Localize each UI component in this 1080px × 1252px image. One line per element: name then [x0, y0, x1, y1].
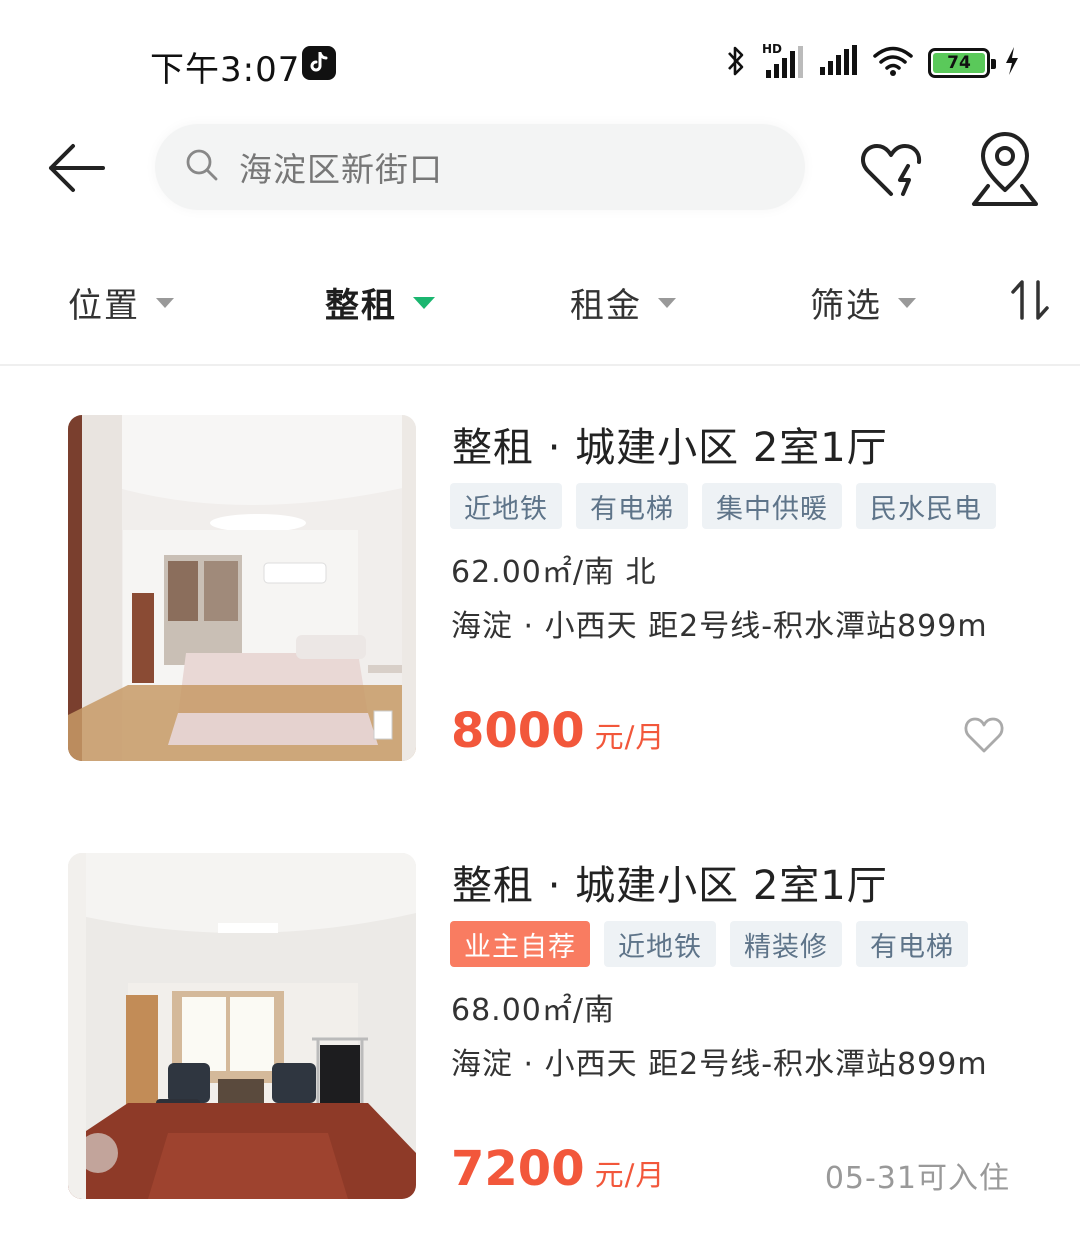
filter-bar: 位置 整租 租金 筛选: [0, 260, 1080, 340]
tag: 精装修: [730, 921, 842, 967]
listing-title: 整租 · 城建小区 2室1厅: [452, 425, 888, 471]
filter-more[interactable]: 筛选: [810, 278, 916, 327]
filter-rent-price[interactable]: 租金: [570, 278, 676, 327]
caret-down-icon: [898, 297, 916, 308]
top-header: 海淀区新街口: [0, 118, 1080, 218]
price-value: 7200: [451, 1141, 585, 1197]
map-location-button[interactable]: [968, 130, 1042, 210]
status-bar: 下午3:07 HD 74: [0, 0, 1080, 120]
tag: 近地铁: [450, 483, 562, 529]
listing-title: 整租 · 城建小区 2室1厅: [452, 863, 888, 909]
listing-card[interactable]: 整租 · 城建小区 2室1厅 近地铁 有电梯 集中供暖 民水民电 62.00㎡/…: [0, 415, 1080, 765]
battery-icon: 74: [928, 48, 996, 78]
filter-label: 筛选: [810, 286, 882, 326]
tag: 集中供暖: [702, 483, 842, 529]
filter-rent-type[interactable]: 整租: [325, 278, 435, 327]
filter-label: 租金: [570, 286, 642, 326]
map-pin-icon: [972, 132, 1038, 206]
listing-tags: 近地铁 有电梯 集中供暖 民水民电: [450, 483, 996, 529]
price-unit: 元/月: [594, 720, 666, 754]
price-value: 8000: [451, 703, 585, 759]
search-input[interactable]: 海淀区新街口: [155, 124, 805, 210]
search-value: 海淀区新街口: [239, 150, 443, 189]
sort-button[interactable]: [1008, 278, 1052, 322]
tag: 有电梯: [856, 921, 968, 967]
listing-tags: 业主自荐 近地铁 精装修 有电梯: [450, 921, 968, 967]
listing-price: 8000 元/月: [451, 703, 665, 759]
search-icon: [185, 148, 219, 186]
status-time: 下午3:07: [150, 50, 301, 90]
tag: 民水民电: [856, 483, 996, 529]
caret-down-icon: [156, 297, 174, 308]
status-icons: HD 74: [724, 42, 1020, 82]
cellular-signal-icon: [818, 45, 858, 81]
listing-area-orientation: 68.00㎡/南: [451, 993, 615, 1028]
heart-outline-icon: [964, 717, 1004, 753]
owner-recommended-tag: 业主自荐: [450, 921, 590, 967]
back-button[interactable]: [40, 132, 112, 204]
price-unit: 元/月: [594, 1158, 666, 1192]
charging-icon: [1004, 46, 1020, 80]
cellular-signal-hd-icon: HD: [762, 42, 804, 80]
tiktok-notification-icon: [302, 46, 336, 80]
listing-price: 7200 元/月: [451, 1141, 665, 1197]
filter-location[interactable]: 位置: [68, 278, 174, 327]
back-arrow-icon: [49, 144, 105, 192]
filter-label: 整租: [325, 286, 397, 326]
battery-level: 74: [933, 53, 985, 73]
listing-photo-bedroom: [68, 415, 416, 761]
available-date: 05-31可入住: [824, 1161, 1010, 1196]
tag: 近地铁: [604, 921, 716, 967]
divider: [0, 364, 1080, 366]
filter-label: 位置: [68, 286, 140, 326]
bluetooth-icon: [724, 44, 748, 82]
listing-location: 海淀 · 小西天 距2号线-积水潭站899m: [451, 1047, 988, 1082]
listing-location: 海淀 · 小西天 距2号线-积水潭站899m: [451, 609, 988, 644]
tag: 有电梯: [576, 483, 688, 529]
listing-card[interactable]: 整租 · 城建小区 2室1厅 业主自荐 近地铁 精装修 有电梯 68.00㎡/南…: [0, 853, 1080, 1203]
wifi-icon: [872, 45, 914, 81]
favorites-button[interactable]: [856, 136, 926, 206]
listing-photo-living-room: [68, 853, 416, 1199]
caret-down-icon: [658, 297, 676, 308]
favorite-button[interactable]: [962, 713, 1006, 757]
listing-area-orientation: 62.00㎡/南 北: [451, 555, 657, 590]
heart-bolt-icon: [861, 144, 922, 196]
sort-icon: [1011, 280, 1049, 320]
caret-down-icon: [413, 296, 435, 309]
